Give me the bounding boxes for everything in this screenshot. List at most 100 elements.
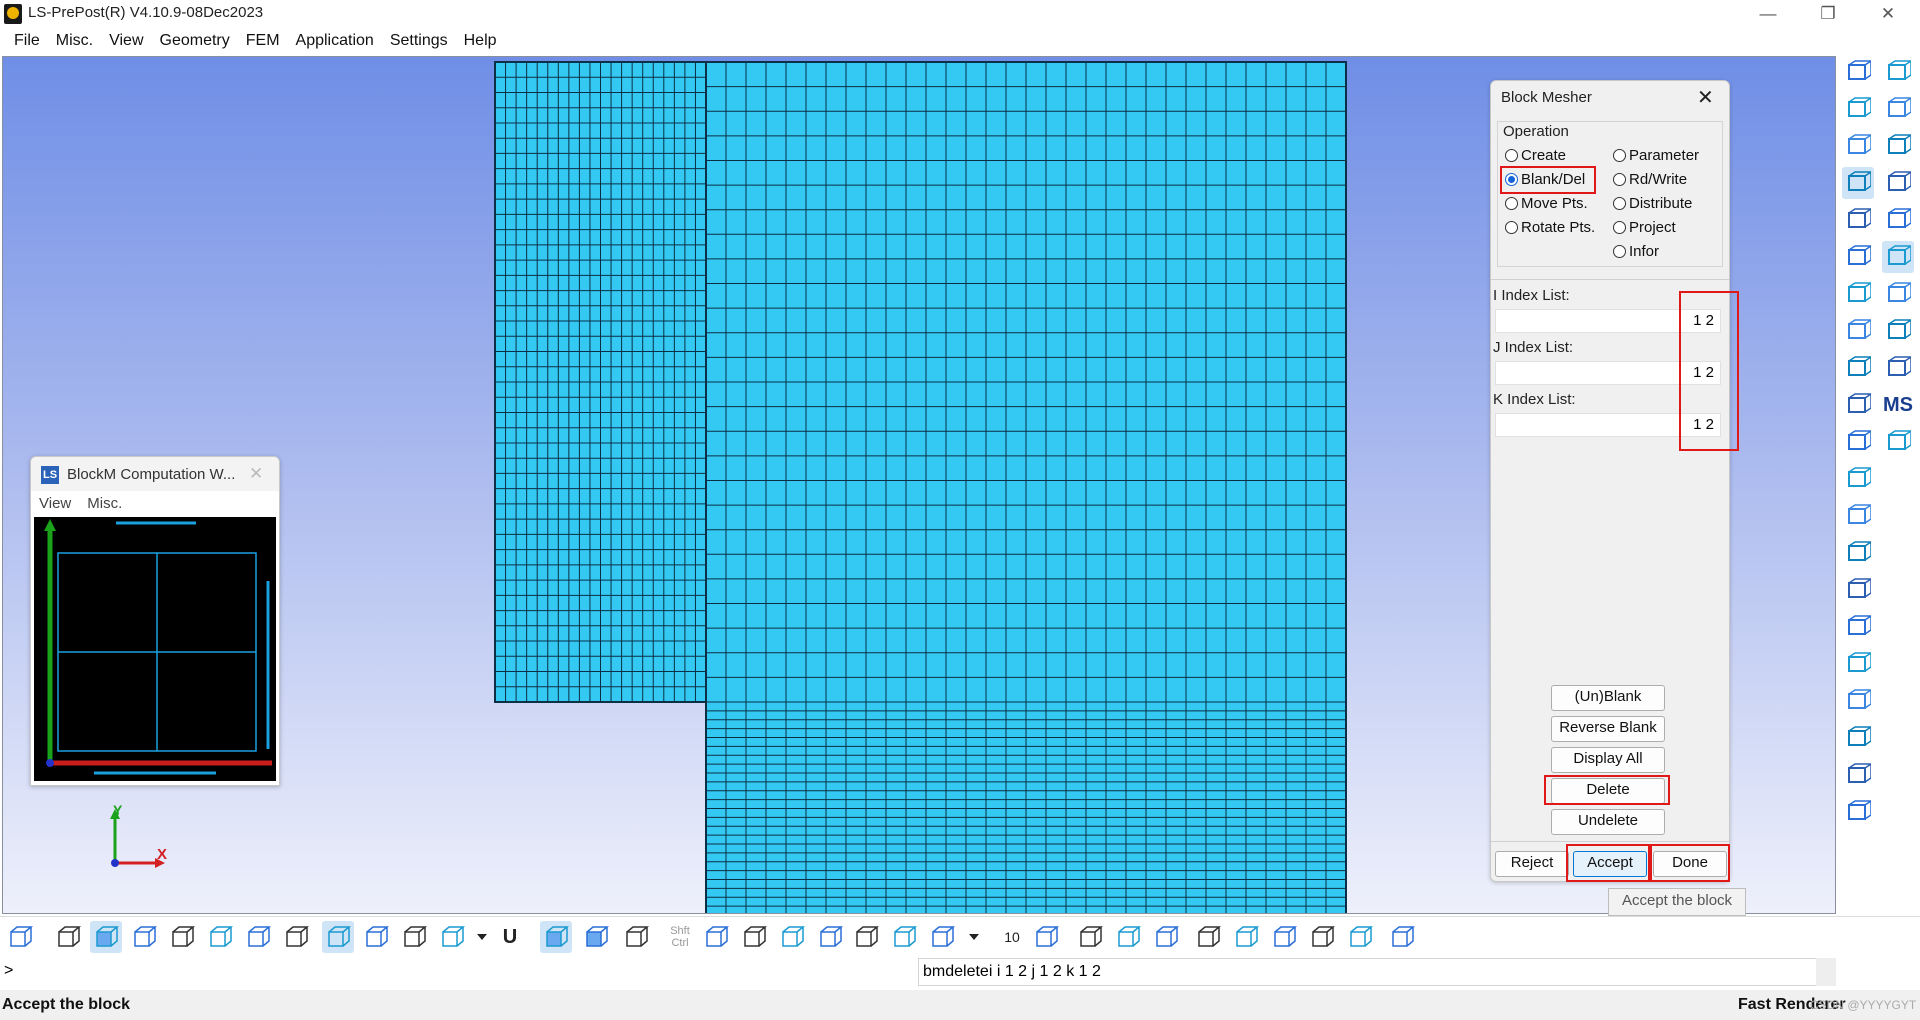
wire-cube-icon[interactable] <box>52 921 84 953</box>
cube-icon[interactable] <box>1842 56 1874 88</box>
tree-icon[interactable] <box>1386 921 1418 953</box>
magnet-icon[interactable] <box>1842 352 1874 384</box>
contour-icon[interactable] <box>1842 759 1874 791</box>
box-view-icon[interactable] <box>580 921 612 953</box>
zoom-in-icon[interactable] <box>776 921 808 953</box>
measure-icon[interactable] <box>1842 574 1874 606</box>
globe-icon[interactable] <box>888 921 920 953</box>
chart-icon[interactable] <box>1344 921 1376 953</box>
lightning-icon[interactable] <box>1150 921 1182 953</box>
reference-icon[interactable] <box>1842 722 1874 754</box>
radio-rotate-pts[interactable]: Rotate Pts. <box>1505 219 1595 236</box>
section-icon[interactable] <box>1842 611 1874 643</box>
shaded-cube-icon[interactable] <box>90 921 122 953</box>
minimize-icon[interactable]: — <box>1740 0 1796 28</box>
curve-icon[interactable] <box>1882 93 1914 125</box>
part-icon[interactable] <box>1882 204 1914 236</box>
close-icon[interactable]: ✕ <box>1860 0 1916 28</box>
element-edit-icon[interactable] <box>1882 315 1914 347</box>
rotate-icon[interactable] <box>850 921 882 953</box>
menu-help[interactable]: Help <box>456 32 505 50</box>
table-icon[interactable] <box>1882 278 1914 310</box>
close-icon[interactable]: ✕ <box>249 464 263 484</box>
grid-shade-icon[interactable] <box>322 921 354 953</box>
model-icon[interactable] <box>4 921 36 953</box>
radio-project[interactable]: Project <box>1613 219 1676 236</box>
pick-icon[interactable] <box>700 921 732 953</box>
grid-line-icon[interactable] <box>360 921 392 953</box>
nodes-icon[interactable] <box>1842 389 1874 421</box>
iso-view-icon[interactable] <box>926 921 958 953</box>
dropdown-icon[interactable] <box>966 921 982 953</box>
command-scrollbar[interactable] <box>1816 958 1836 986</box>
dots-icon[interactable] <box>280 921 312 953</box>
element-icon[interactable] <box>1842 204 1874 236</box>
grid-edit-icon[interactable] <box>1842 463 1874 495</box>
reverse-blank-button[interactable]: Reverse Blank <box>1551 716 1665 742</box>
dropdown-icon[interactable] <box>474 921 490 953</box>
play-icon[interactable] <box>1230 921 1262 953</box>
blockm-title-bar[interactable]: LS BlockM Computation W... ✕ <box>31 457 279 491</box>
menu-file[interactable]: File <box>6 32 48 50</box>
blockm-canvas[interactable] <box>34 517 276 781</box>
layers-icon[interactable] <box>1842 685 1874 717</box>
menu-settings[interactable]: Settings <box>382 32 456 50</box>
radio-move-pts[interactable]: Move Pts. <box>1505 195 1588 212</box>
model-check-icon[interactable] <box>1882 352 1914 384</box>
outline-cube-icon[interactable] <box>242 921 274 953</box>
blockm-menu-misc[interactable]: Misc. <box>87 495 122 512</box>
mesh-icon[interactable] <box>1842 130 1874 162</box>
menu-misc[interactable]: Misc. <box>48 32 101 50</box>
cube-blue-icon[interactable] <box>1074 921 1106 953</box>
blockm-menu-view[interactable]: View <box>39 495 71 512</box>
radio-infor[interactable]: Infor <box>1613 243 1659 260</box>
close-icon[interactable]: ✕ <box>1697 85 1714 110</box>
radio-create[interactable]: Create <box>1505 147 1566 164</box>
surface-icon[interactable] <box>1882 130 1914 162</box>
add-icon[interactable] <box>738 921 770 953</box>
zoom-box-icon[interactable] <box>814 921 846 953</box>
undelete-button[interactable]: Undelete <box>1551 809 1665 835</box>
shell-mesh-icon[interactable] <box>1882 241 1914 273</box>
pencil-icon[interactable] <box>1842 426 1874 458</box>
menu-application[interactable]: Application <box>288 32 382 50</box>
display-all-button[interactable]: Display All <box>1551 747 1665 773</box>
gear-icon[interactable] <box>1268 921 1300 953</box>
transform-icon[interactable] <box>1842 796 1874 828</box>
point-cloud-icon[interactable] <box>1842 648 1874 680</box>
axes-icon[interactable] <box>1030 921 1062 953</box>
plane-icon[interactable] <box>1842 93 1874 125</box>
solid-block-icon[interactable] <box>1842 167 1874 199</box>
menu-fem[interactable]: FEM <box>238 32 288 50</box>
gear-green-icon[interactable] <box>1306 921 1338 953</box>
radio-distribute[interactable]: Distribute <box>1613 195 1692 212</box>
radio-rd-write[interactable]: Rd/Write <box>1613 171 1687 188</box>
radio-parameter[interactable]: Parameter <box>1613 147 1699 164</box>
sphere-icon[interactable] <box>1882 167 1914 199</box>
menu-geometry[interactable]: Geometry <box>152 32 238 50</box>
home-icon[interactable] <box>1112 921 1144 953</box>
surface-mesh-icon[interactable] <box>1842 500 1874 532</box>
u-icon[interactable]: U <box>494 921 526 953</box>
unblank-button[interactable]: (Un)Blank <box>1551 685 1665 711</box>
fringe-icon[interactable] <box>436 921 468 953</box>
grid-icon[interactable] <box>1842 241 1874 273</box>
hidden-cube-icon[interactable] <box>128 921 160 953</box>
solid-view-icon[interactable] <box>540 921 572 953</box>
checker-icon[interactable] <box>1192 921 1224 953</box>
reject-button[interactable]: Reject <box>1495 851 1569 877</box>
block-mesh-icon[interactable] <box>1842 537 1874 569</box>
grid-3d-icon[interactable] <box>398 921 430 953</box>
mesh-cube-icon[interactable] <box>166 921 198 953</box>
wire-view-icon[interactable] <box>620 921 652 953</box>
command-input[interactable]: bmdeletei i 1 2 j 1 2 k 1 2 <box>918 958 1836 986</box>
block-mesher-dialog[interactable]: Block Mesher ✕ Operation Create Blank/De… <box>1490 80 1739 882</box>
menu-view[interactable]: View <box>101 32 151 50</box>
restore-icon[interactable]: ❐ <box>1800 0 1856 28</box>
triangle-mesh-icon[interactable] <box>1842 278 1874 310</box>
node-icon[interactable] <box>1882 56 1914 88</box>
ms-icon[interactable]: MS <box>1882 389 1914 421</box>
blockm-computation-window[interactable]: LS BlockM Computation W... ✕ View Misc. <box>30 456 280 786</box>
settings-icon[interactable] <box>1882 426 1914 458</box>
quad-mesh-icon[interactable] <box>1842 315 1874 347</box>
